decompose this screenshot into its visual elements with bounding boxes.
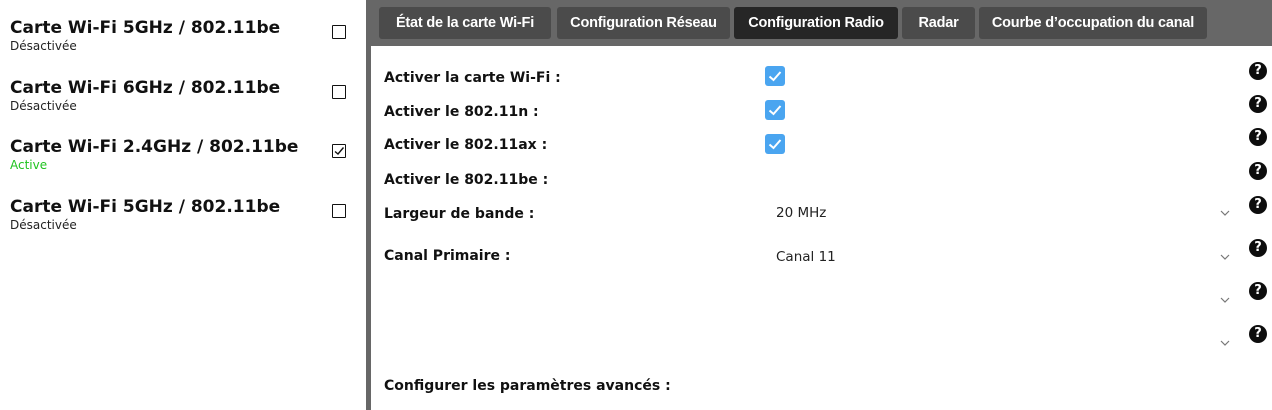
chevron-down-icon [1220,210,1230,216]
wifi-card-status: Active [10,158,48,172]
bandwidth-value: 20 MHz [776,205,827,221]
primary-channel-value: Canal 11 [776,249,836,265]
chevron-down-icon [1220,297,1230,303]
enable-80211ax-checkbox[interactable] [765,134,785,154]
help-icon[interactable]: ? [1249,196,1267,214]
tab-radar[interactable]: Radar [902,7,975,39]
extra-select-2[interactable] [771,331,1231,357]
help-icon[interactable]: ? [1249,162,1267,180]
wifi-card-6ghz[interactable]: Carte Wi-Fi 6GHz / 802.11be Désactivée [0,78,366,134]
wifi-card-status: Désactivée [10,39,77,53]
primary-channel-label: Canal Primaire : [384,248,511,264]
bandwidth-label: Largeur de bande : [384,206,535,222]
wifi-card-title: Carte Wi-Fi 5GHz / 802.11be [10,18,281,38]
enable-80211n-checkbox[interactable] [765,100,785,120]
check-icon [334,147,345,155]
tab-channel-occupancy[interactable]: Courbe d’occupation du canal [979,7,1207,39]
tab-bar: État de la carte Wi-Fi Configuration Rés… [371,0,1272,46]
wifi-card-title: Carte Wi-Fi 6GHz / 802.11be [10,78,281,98]
help-icon[interactable]: ? [1249,62,1267,80]
wifi-card-2-4ghz[interactable]: Carte Wi-Fi 2.4GHz / 802.11be Active [0,137,366,193]
wifi-card-5ghz-1[interactable]: Carte Wi-Fi 5GHz / 802.11be Désactivée [0,18,366,74]
wifi-card-checkbox[interactable] [332,25,346,39]
enable-wifi-checkbox[interactable] [765,66,785,86]
help-icon[interactable]: ? [1249,325,1267,343]
check-icon [768,71,782,82]
advanced-settings-label: Configurer les paramètres avancés : [384,378,671,394]
help-icon[interactable]: ? [1249,239,1267,257]
wifi-card-5ghz-2[interactable]: Carte Wi-Fi 5GHz / 802.11be Désactivée [0,197,366,253]
help-icon[interactable]: ? [1249,282,1267,300]
radio-config-form: Activer la carte Wi-Fi : Activer le 802.… [371,46,1272,410]
wifi-card-title: Carte Wi-Fi 2.4GHz / 802.11be [10,137,299,157]
primary-channel-select[interactable]: Canal 11 [771,245,1231,271]
chevron-down-icon [1220,340,1230,346]
tab-network-config[interactable]: Configuration Réseau [557,7,730,39]
wifi-card-status: Désactivée [10,218,77,232]
enable-80211ax-label: Activer le 802.11ax : [384,137,548,153]
bandwidth-select[interactable]: 20 MHz [771,201,1231,227]
wifi-card-status: Désactivée [10,99,77,113]
enable-wifi-label: Activer la carte Wi-Fi : [384,70,561,86]
extra-select-1[interactable] [771,288,1231,314]
enable-80211be-label: Activer le 802.11be : [384,172,549,188]
wifi-card-list: Carte Wi-Fi 5GHz / 802.11be Désactivée C… [0,0,366,410]
wifi-card-checkbox[interactable] [332,85,346,99]
wifi-card-title: Carte Wi-Fi 5GHz / 802.11be [10,197,281,217]
check-icon [768,139,782,150]
help-icon[interactable]: ? [1249,95,1267,113]
wifi-card-checkbox[interactable] [332,144,346,158]
chevron-down-icon [1220,254,1230,260]
help-icon[interactable]: ? [1249,128,1267,146]
tab-radio-config[interactable]: Configuration Radio [734,7,898,39]
check-icon [768,105,782,116]
tab-wifi-status[interactable]: État de la carte Wi-Fi [379,7,551,39]
enable-80211n-label: Activer le 802.11n : [384,104,539,120]
wifi-card-checkbox[interactable] [332,204,346,218]
